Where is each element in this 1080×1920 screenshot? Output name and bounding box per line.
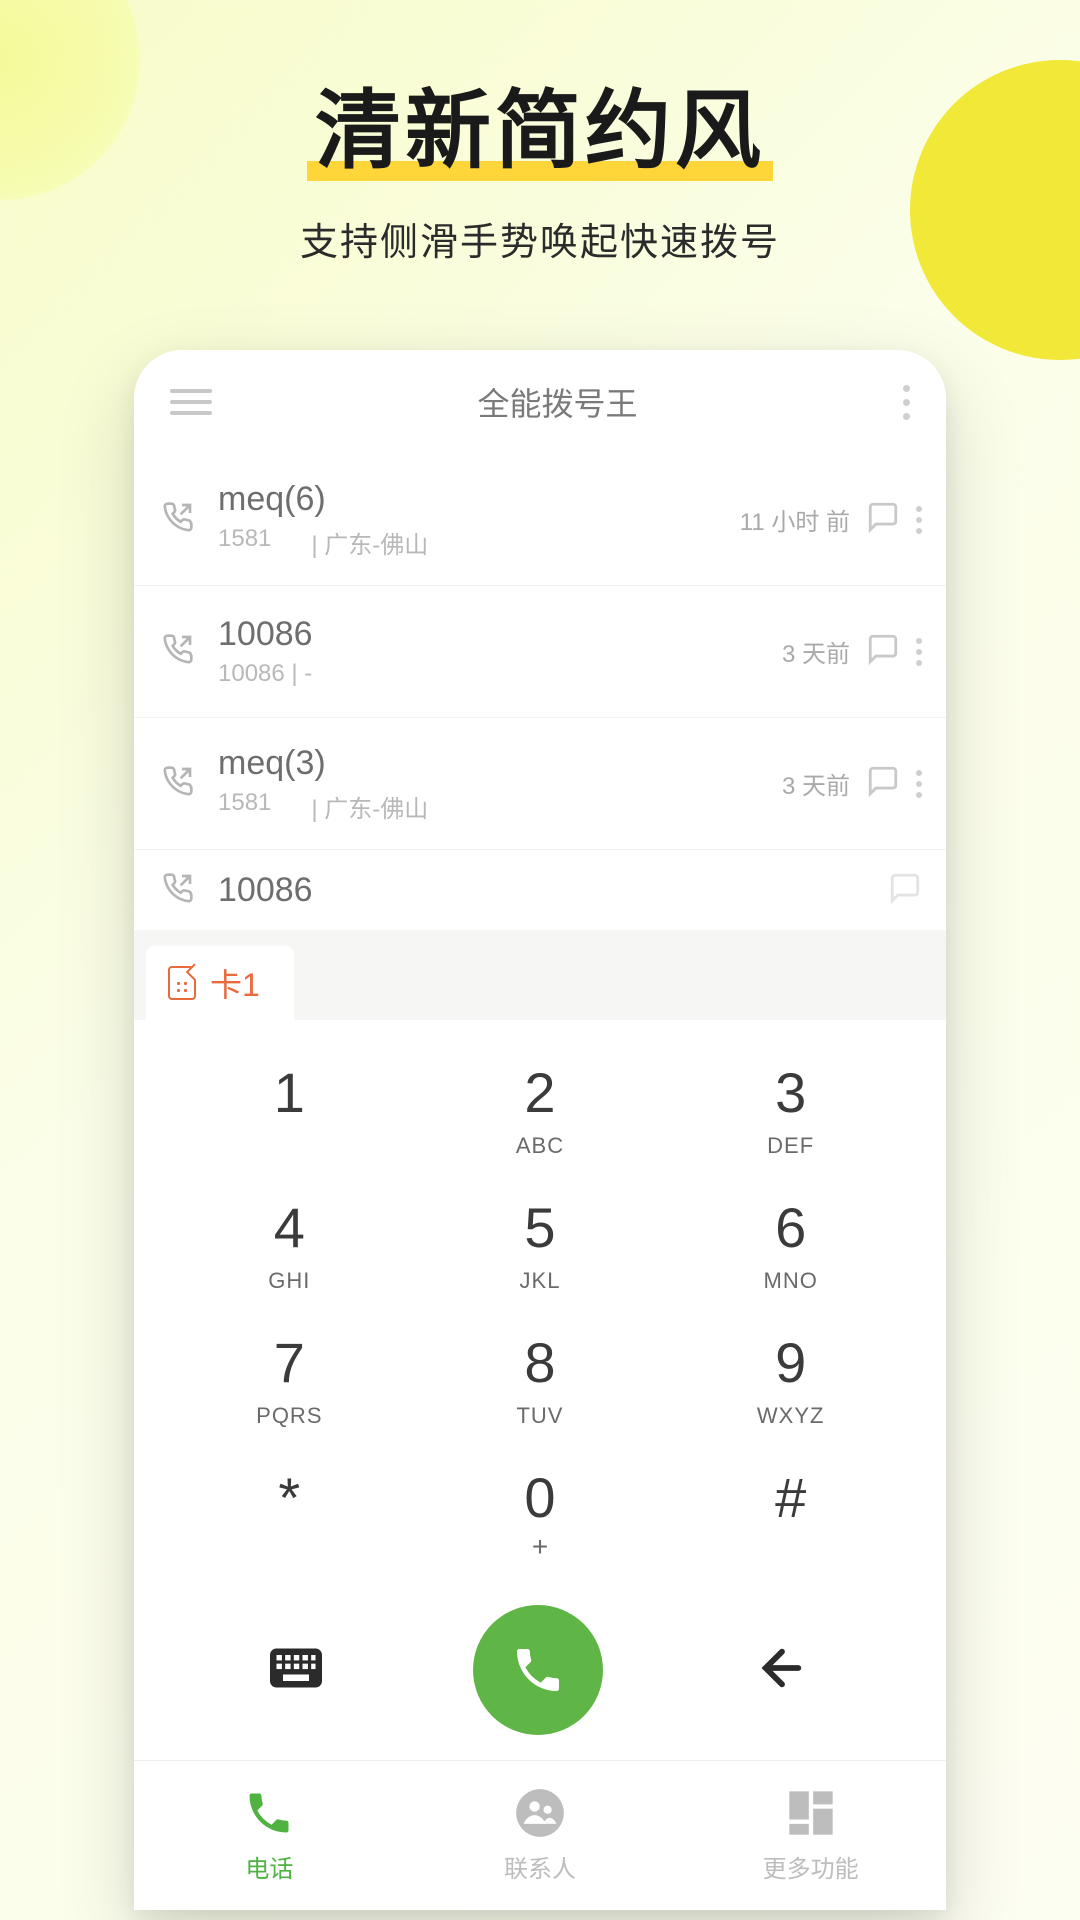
sim-icon (168, 966, 196, 1000)
tabbar: 电话 联系人 更多功能 (134, 1760, 946, 1910)
hero-subtitle: 支持侧滑手势唤起快速拨号 (0, 211, 1080, 266)
message-icon[interactable] (888, 871, 922, 910)
topbar: 全能拨号王 (134, 350, 946, 454)
call-time: 11 小时 前 (740, 502, 850, 537)
more-tab-icon (785, 1787, 837, 1839)
tab-contacts[interactable]: 联系人 (405, 1761, 676, 1910)
call-time: 3 天前 (782, 634, 850, 669)
menu-icon[interactable] (170, 389, 212, 415)
action-row (134, 1590, 946, 1760)
call-main: meq(3) 1581 | 广东-佛山 (218, 744, 766, 824)
phone-frame: 全能拨号王 meq(6) 1581 | 广东-佛山 11 小时 前 (134, 350, 946, 1910)
outgoing-call-icon (162, 633, 202, 670)
call-location: | 广东-佛山 (311, 525, 428, 560)
call-row[interactable]: meq(6) 1581 | 广东-佛山 11 小时 前 (134, 454, 946, 586)
outgoing-call-icon (162, 765, 202, 802)
call-name: meq(6) (218, 480, 724, 519)
key-2[interactable]: 2ABC (415, 1040, 666, 1175)
keyboard-icon[interactable] (270, 1648, 322, 1693)
outgoing-call-icon (162, 872, 202, 909)
key-star[interactable]: * (164, 1445, 415, 1580)
key-6[interactable]: 6MNO (665, 1175, 916, 1310)
tab-more[interactable]: 更多功能 (675, 1761, 946, 1910)
call-main: meq(6) 1581 | 广东-佛山 (218, 480, 724, 560)
overflow-icon[interactable] (903, 385, 910, 420)
key-0[interactable]: 0+ (415, 1445, 666, 1580)
key-7[interactable]: 7PQRS (164, 1310, 415, 1445)
key-3[interactable]: 3DEF (665, 1040, 916, 1175)
key-hash[interactable]: # (665, 1445, 916, 1580)
message-icon[interactable] (866, 500, 900, 539)
call-main: 10086 (218, 871, 872, 910)
hero-title: 清新简约风 (307, 60, 773, 189)
contacts-tab-icon (514, 1787, 566, 1839)
call-number: 1581 (218, 789, 271, 824)
call-name: 10086 (218, 615, 766, 654)
call-button[interactable] (473, 1605, 603, 1735)
key-1[interactable]: 1 (164, 1040, 415, 1175)
hero: 清新简约风 支持侧滑手势唤起快速拨号 (0, 0, 1080, 266)
tab-label: 电话 (245, 1849, 293, 1884)
tab-phone[interactable]: 电话 (134, 1761, 405, 1910)
call-row[interactable]: 10086 10086 | - 3 天前 (134, 586, 946, 718)
call-row[interactable]: 10086 (134, 850, 946, 930)
call-number: 10086 | - (218, 660, 312, 688)
app-title: 全能拨号王 (477, 379, 637, 425)
tab-label: 联系人 (504, 1849, 576, 1884)
key-4[interactable]: 4GHI (164, 1175, 415, 1310)
call-row[interactable]: meq(3) 1581 | 广东-佛山 3 天前 (134, 718, 946, 850)
message-icon[interactable] (866, 632, 900, 671)
call-main: 10086 10086 | - (218, 615, 766, 688)
dialpad: 1 2ABC 3DEF 4GHI 5JKL 6MNO 7PQRS 8TUV 9W… (134, 1020, 946, 1590)
call-list: meq(6) 1581 | 广东-佛山 11 小时 前 10086 10086 … (134, 454, 946, 930)
call-name: 10086 (218, 871, 872, 910)
tab-label: 更多功能 (763, 1849, 859, 1884)
key-8[interactable]: 8TUV (415, 1310, 666, 1445)
call-number: 1581 (218, 525, 271, 560)
key-9[interactable]: 9WXYZ (665, 1310, 916, 1445)
sim-tab[interactable]: 卡1 (146, 946, 294, 1020)
call-time: 3 天前 (782, 766, 850, 801)
phone-tab-icon (243, 1787, 295, 1839)
message-icon[interactable] (866, 764, 900, 803)
outgoing-call-icon (162, 501, 202, 538)
row-overflow-icon[interactable] (916, 506, 922, 534)
sim-label: 卡1 (210, 960, 260, 1006)
sim-strip: 卡1 (134, 930, 946, 1020)
call-name: meq(3) (218, 744, 766, 783)
backspace-icon[interactable] (754, 1640, 810, 1701)
call-location: | 广东-佛山 (311, 789, 428, 824)
key-5[interactable]: 5JKL (415, 1175, 666, 1310)
row-overflow-icon[interactable] (916, 638, 922, 666)
phone-icon (510, 1642, 566, 1698)
row-overflow-icon[interactable] (916, 770, 922, 798)
